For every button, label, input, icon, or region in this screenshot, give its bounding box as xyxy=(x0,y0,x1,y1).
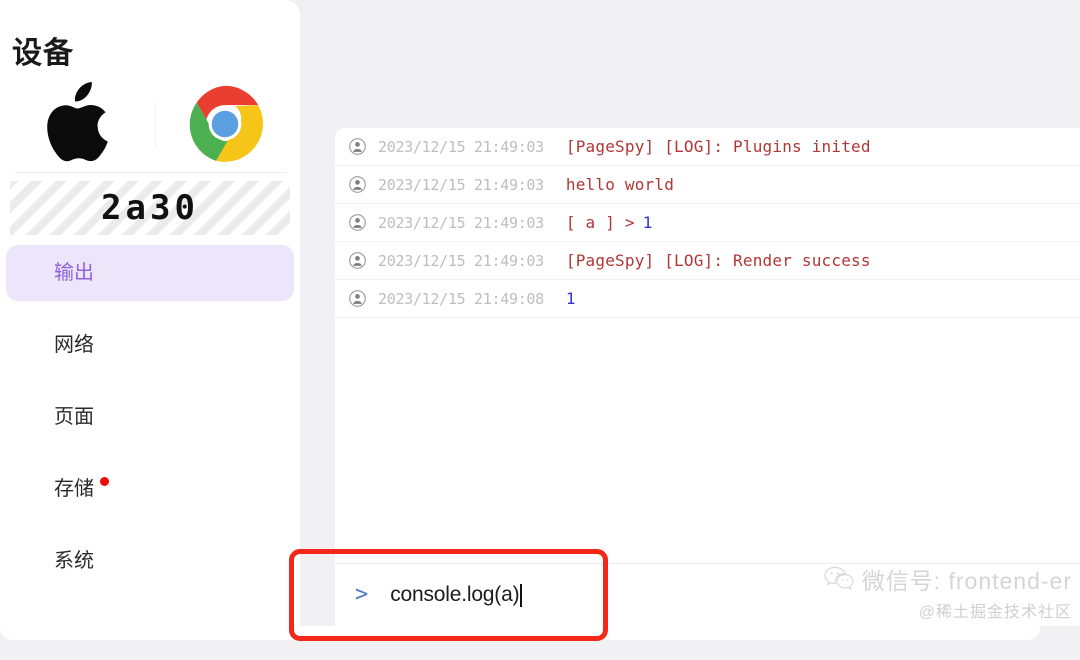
logo-divider xyxy=(155,102,156,148)
log-row[interactable]: 2023/12/15 21:49:03 [PageSpy] [LOG]: Ren… xyxy=(335,242,1080,280)
log-message: [PageSpy] [LOG]: Render success xyxy=(565,251,871,270)
device-id-bar: 2a30 xyxy=(10,181,290,235)
console-input-bar[interactable]: > console.log(a) xyxy=(335,563,1080,626)
sidebar-item-network[interactable]: 网络 xyxy=(6,317,294,373)
log-timestamp: 2023/12/15 21:49:03 xyxy=(378,175,544,194)
log-value: 1 xyxy=(642,213,653,232)
user-icon xyxy=(349,214,378,231)
sidebar-item-system[interactable]: 系统 xyxy=(6,533,294,589)
log-message: hello world xyxy=(565,175,675,194)
console-input[interactable]: console.log(a) xyxy=(390,583,522,607)
console-log-list[interactable]: 2023/12/15 21:49:03 [PageSpy] [LOG]: Plu… xyxy=(335,128,1080,563)
pagespy-debugger-window: 设备 2a30 输出 网络 页面 存储 系统 2023/12/15 21:49:… xyxy=(0,0,1080,660)
page-title: 设备 xyxy=(12,37,74,70)
log-row[interactable]: 2023/12/15 21:49:03 [ a ] > 1 xyxy=(335,204,1080,242)
sidebar-item-page[interactable]: 页面 xyxy=(6,389,294,445)
sidebar-item-label: 输出 xyxy=(54,262,94,284)
bottom-strip xyxy=(0,626,1080,660)
log-value: 1 xyxy=(565,289,576,308)
log-row[interactable]: 2023/12/15 21:49:03 [PageSpy] [LOG]: Plu… xyxy=(335,128,1080,166)
apple-logo-cell xyxy=(0,82,150,166)
sidebar-divider xyxy=(14,172,286,173)
chrome-logo-icon xyxy=(186,85,264,163)
user-icon xyxy=(349,176,378,193)
window-bottom-edge xyxy=(0,626,1040,640)
log-row[interactable]: 2023/12/15 21:49:03 hello world xyxy=(335,166,1080,204)
user-icon xyxy=(349,290,378,307)
log-timestamp: 2023/12/15 21:49:03 xyxy=(378,137,544,156)
log-timestamp: 2023/12/15 21:49:03 xyxy=(378,213,544,232)
chrome-logo-cell xyxy=(150,85,300,163)
sidebar-item-label: 网络 xyxy=(54,334,94,356)
user-icon xyxy=(349,138,378,155)
apple-logo-icon xyxy=(40,82,110,166)
device-logo-row xyxy=(0,78,300,170)
main-panel: 2023/12/15 21:49:03 [PageSpy] [LOG]: Plu… xyxy=(300,0,1080,660)
text-caret xyxy=(520,583,522,607)
sidebar-item-output[interactable]: 输出 xyxy=(6,245,294,301)
sidebar-item-label: 页面 xyxy=(54,406,94,428)
log-message: [PageSpy] [LOG]: Plugins inited xyxy=(565,137,871,156)
sidebar-item-label: 存储 xyxy=(54,478,94,500)
console-input-value: console.log(a) xyxy=(390,583,520,606)
log-message: [ a ] > xyxy=(565,213,635,232)
device-id-value: 2a30 xyxy=(101,188,199,228)
log-timestamp: 2023/12/15 21:49:03 xyxy=(378,251,544,270)
sidebar: 设备 2a30 输出 网络 页面 存储 系统 xyxy=(0,0,300,660)
log-row[interactable]: 2023/12/15 21:49:08 1 xyxy=(335,280,1080,318)
sidebar-item-label: 系统 xyxy=(54,550,94,572)
sidebar-menu: 输出 网络 页面 存储 系统 xyxy=(0,245,300,589)
storage-notification-dot xyxy=(100,476,109,486)
user-icon xyxy=(349,252,378,269)
prompt-chevron-icon: > xyxy=(355,582,369,607)
sidebar-item-storage[interactable]: 存储 xyxy=(6,461,294,517)
log-timestamp: 2023/12/15 21:49:08 xyxy=(378,289,544,308)
